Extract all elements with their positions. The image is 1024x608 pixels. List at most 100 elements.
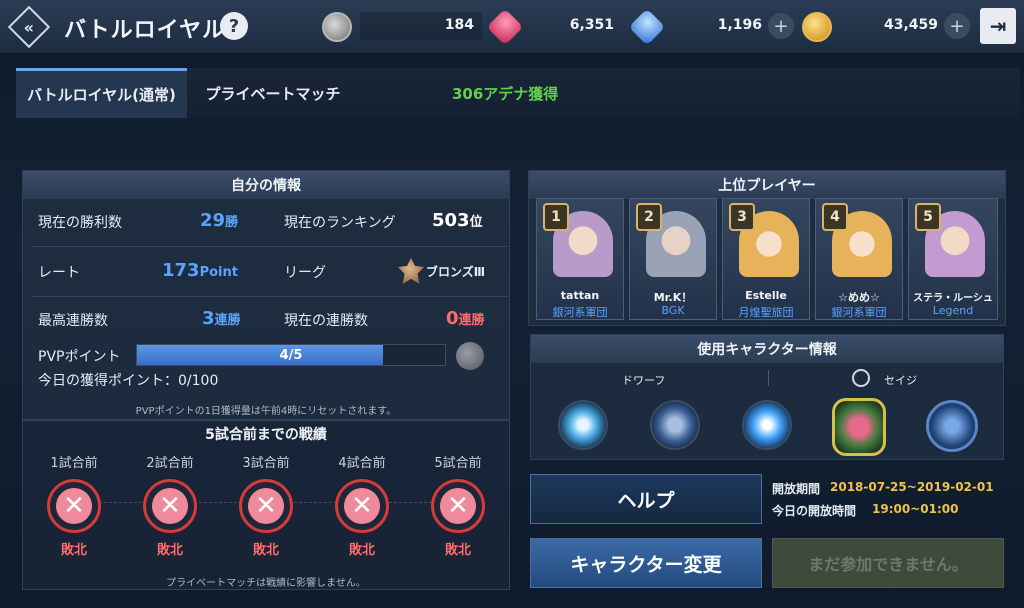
help-icon[interactable]: ?	[220, 12, 248, 40]
pvp-progress-text: 4/5	[279, 347, 303, 363]
character-race: ドワーフ	[622, 374, 666, 387]
tab-label: バトルロイヤル(通常)	[27, 86, 176, 104]
loss-icon: ✕	[47, 479, 101, 533]
open-time-label: 今日の開放時間	[772, 504, 857, 518]
match-result: 敗北	[348, 543, 375, 558]
league-label: リーグ	[284, 265, 326, 281]
skill-holy-cross-icon[interactable]	[558, 400, 608, 450]
blue-gem-count: 1,196	[717, 17, 762, 33]
open-time-value: 19:00~01:00	[872, 502, 959, 516]
panel-divider	[768, 370, 769, 386]
player-card-1[interactable]: 1 tattan 銀河系軍団	[536, 198, 624, 320]
ranking-label: 現在のランキング	[284, 215, 396, 231]
class-icon	[852, 369, 870, 387]
divider	[32, 246, 508, 247]
red-gem-count: 6,351	[569, 17, 614, 33]
tab-private-match[interactable]: プライベートマッチ	[189, 68, 357, 118]
today-points-text: 今日の獲得ポイント：0/100	[38, 373, 219, 389]
ranking-value: 503位	[432, 210, 483, 231]
win-count-value: 29勝	[200, 210, 239, 231]
arena-reward-text: 306アデナ獲得	[452, 85, 559, 103]
player-name: tattan	[560, 289, 600, 302]
best-streak-label: 最高連勝数	[38, 313, 108, 329]
match-entry-1: 1試合前 ✕ 敗北	[34, 452, 114, 558]
rank-badge: 2	[636, 203, 662, 231]
pvp-emblem-icon	[456, 342, 484, 370]
player-card-2[interactable]: 2 Mr.K！ BGK	[629, 198, 717, 320]
current-streak-label: 現在の連勝数	[284, 313, 368, 329]
player-name: ☆めめ☆	[838, 291, 880, 304]
rank-badge: 3	[729, 203, 755, 231]
red-gem-icon	[486, 8, 524, 46]
add-blue-gem-button[interactable]: +	[768, 13, 794, 39]
loss-icon: ✕	[431, 479, 485, 533]
pvp-progress-bar: 4/5	[136, 344, 446, 366]
top-bar: « バトルロイヤル ? 184 6,351 1,196 + 43,459 + ⇥	[0, 0, 1024, 54]
match-label: 5試合前	[434, 456, 482, 471]
exit-door-icon: ⇥	[989, 14, 1007, 38]
match-result: 敗北	[252, 543, 279, 558]
player-name: ステラ・ルーシュ	[913, 293, 993, 304]
match-result: 敗北	[156, 543, 183, 558]
player-name: Estelle	[745, 289, 787, 302]
skill-stone-fist-icon[interactable]	[650, 400, 700, 450]
pvp-point-label: PVPポイント	[38, 349, 121, 365]
divider	[32, 296, 508, 297]
match-label: 2試合前	[146, 456, 194, 471]
back-button[interactable]: «	[7, 5, 51, 49]
open-period-value: 2018-07-25~2019-02-01	[830, 480, 994, 494]
not-joinable-button[interactable]: まだ参加できません。	[772, 538, 1004, 588]
emblem-count: 184	[444, 17, 474, 33]
match-result: 敗北	[444, 543, 471, 558]
loss-icon: ✕	[143, 479, 197, 533]
player-name: Mr.K！	[653, 291, 693, 304]
gold-coin-count: 43,459	[883, 17, 938, 33]
rate-value: 173Point	[162, 260, 238, 281]
tab-label: プライベートマッチ	[205, 84, 341, 103]
exit-button[interactable]: ⇥	[980, 8, 1016, 44]
open-period-label: 開放期間	[772, 482, 821, 496]
player-guild: Legend	[932, 304, 974, 317]
my-info-title: 自分の情報	[23, 171, 509, 199]
private-match-note: プライベートマッチは戦績に影響しません。	[166, 578, 366, 589]
player-card-3[interactable]: 3 Estelle 月煌聖旅団	[722, 198, 810, 320]
match-entry-3: 3試合前 ✕ 敗北	[226, 452, 306, 558]
gold-coin-icon	[802, 12, 832, 42]
match-label: 3試合前	[242, 456, 290, 471]
blue-gem-icon	[628, 8, 666, 46]
rank-badge: 5	[915, 203, 941, 231]
back-arrow-icon: «	[7, 5, 51, 49]
rank-badge: 1	[543, 203, 569, 231]
player-guild: 銀河系軍団	[552, 306, 608, 319]
player-card-5[interactable]: 5 ステラ・ルーシュ Legend	[908, 198, 998, 320]
match-history-title: 5試合前までの戦績	[205, 427, 327, 443]
skill-energy-burst-icon[interactable]	[742, 400, 792, 450]
match-entry-4: 4試合前 ✕ 敗北	[322, 452, 402, 558]
help-button[interactable]: ヘルプ	[530, 474, 762, 524]
loss-icon: ✕	[335, 479, 389, 533]
league-value: ブロンズⅢ	[426, 265, 486, 279]
match-result: 敗北	[60, 543, 87, 558]
match-label: 4試合前	[338, 456, 386, 471]
skill-rose-shield-icon[interactable]	[832, 398, 886, 456]
loss-icon: ✕	[239, 479, 293, 533]
add-gold-button[interactable]: +	[944, 13, 970, 39]
rate-label: レート	[38, 265, 80, 281]
reset-note: PVPポイントの1日獲得量は午前4時にリセットされます。	[135, 406, 397, 417]
character-class: セイジ	[884, 374, 917, 387]
best-streak-value: 3連勝	[202, 308, 241, 329]
player-guild: 銀河系軍団	[831, 306, 887, 319]
win-count-label: 現在の勝利数	[38, 215, 122, 231]
page-title: バトルロイヤル	[64, 18, 226, 43]
tab-battle-royale-normal[interactable]: バトルロイヤル(通常)	[16, 68, 187, 118]
top-players-title: 上位プレイヤー	[529, 171, 1005, 199]
player-card-4[interactable]: 4 ☆めめ☆ 銀河系軍団	[815, 198, 903, 320]
skill-arcane-orb-icon[interactable]	[926, 400, 978, 452]
match-entry-5: 5試合前 ✕ 敗北	[418, 452, 498, 558]
match-entry-2: 2試合前 ✕ 敗北	[130, 452, 210, 558]
change-character-button[interactable]: キャラクター変更	[530, 538, 762, 588]
rank-badge: 4	[822, 203, 848, 231]
player-guild: BGK	[661, 304, 685, 317]
character-info-title: 使用キャラクター情報	[531, 335, 1003, 363]
match-label: 1試合前	[50, 456, 98, 471]
